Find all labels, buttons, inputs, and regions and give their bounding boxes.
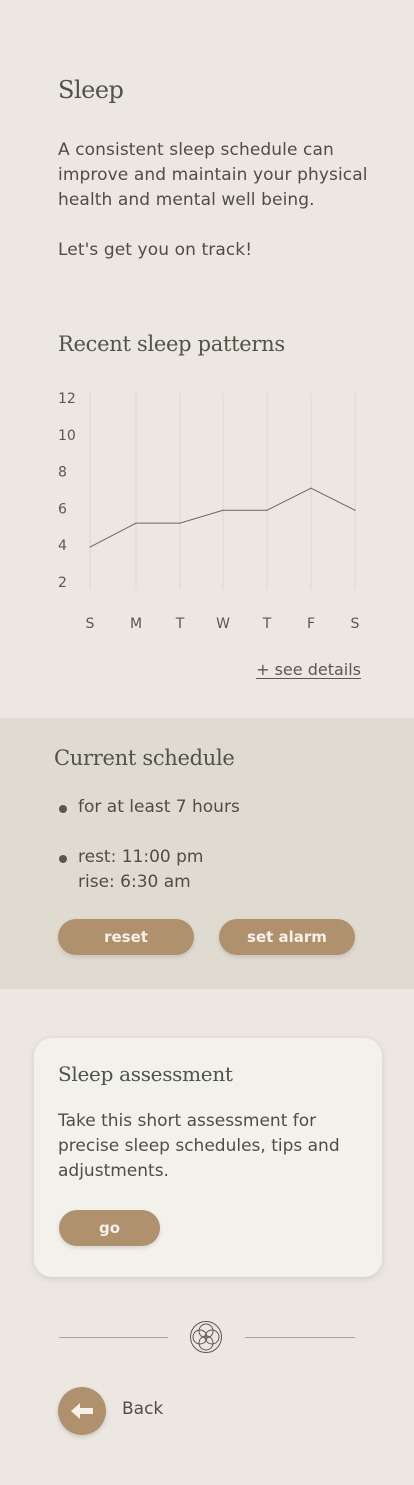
x-tick-label: F (307, 616, 315, 632)
bullet-icon (59, 805, 67, 813)
y-tick-label: 2 (58, 575, 67, 591)
page-title: Sleep (58, 76, 124, 104)
x-tick-label: M (130, 616, 142, 632)
assessment-description: Take this short assessment for precise s… (58, 1111, 340, 1181)
intro-paragraph: A consistent sleep schedule can improve … (58, 140, 368, 210)
schedule-duration: for at least 7 hours (78, 797, 240, 817)
current-schedule-section: Current schedule for at least 7 hours re… (0, 718, 414, 989)
intro-text: A consistent sleep schedule can improve … (58, 138, 368, 263)
sleep-patterns-title: Recent sleep patterns (58, 332, 285, 356)
intro-callout: Let's get you on track! (58, 240, 253, 260)
reset-button[interactable]: reset (58, 919, 194, 955)
schedule-times-item: rest: 11:00 pm rise: 6:30 am (59, 845, 204, 895)
schedule-duration-item: for at least 7 hours (59, 795, 240, 820)
y-tick-label: 6 (58, 501, 67, 517)
set-alarm-button[interactable]: set alarm (219, 919, 355, 955)
back-label[interactable]: Back (122, 1399, 163, 1419)
schedule-title: Current schedule (54, 746, 235, 770)
see-details-link[interactable]: + see details (256, 660, 361, 679)
x-tick-label: T (175, 616, 185, 632)
data-point (179, 522, 181, 524)
y-tick-label: 4 (58, 538, 67, 554)
divider-line-right (245, 1337, 355, 1338)
schedule-rest-time: rest: 11:00 pm (78, 847, 204, 867)
x-tick-label: T (262, 616, 272, 632)
moon-icon (339, 74, 360, 102)
y-tick-label: 12 (58, 391, 76, 407)
schedule-rise-time: rise: 6:30 am (78, 872, 191, 892)
data-point (222, 509, 224, 511)
data-point (89, 546, 91, 548)
flower-icon (190, 1321, 222, 1353)
sleep-patterns-chart: 12 10 8 6 4 2 S M T W T F S (58, 391, 360, 632)
y-tick-label: 8 (58, 465, 67, 481)
back-button[interactable] (58, 1387, 106, 1435)
y-tick-label: 10 (58, 428, 76, 444)
divider-line-left (59, 1337, 168, 1338)
arrow-left-icon (71, 1403, 93, 1419)
data-point (354, 509, 356, 511)
data-point (310, 487, 312, 489)
assessment-title: Sleep assessment (58, 1062, 233, 1086)
data-point (266, 509, 268, 511)
bullet-icon (59, 855, 67, 863)
x-tick-label: W (216, 616, 230, 632)
data-point (135, 522, 137, 524)
x-tick-label: S (86, 616, 95, 632)
x-tick-label: S (351, 616, 360, 632)
go-button[interactable]: go (59, 1210, 160, 1246)
sleep-assessment-card: Sleep assessment Take this short assessm… (34, 1038, 382, 1277)
